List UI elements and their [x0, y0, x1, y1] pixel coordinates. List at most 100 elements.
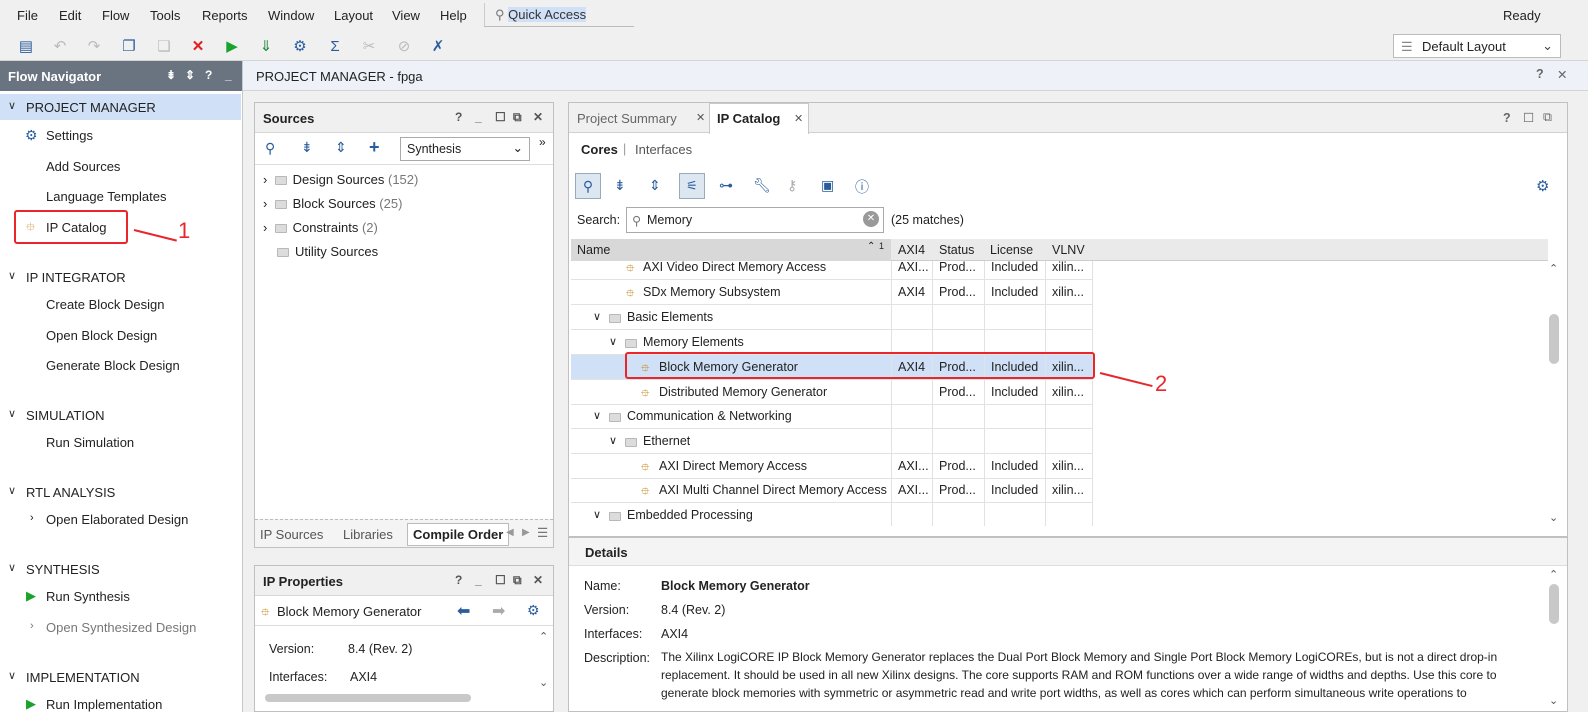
nav-language-templates[interactable]: Language Templates — [46, 189, 166, 204]
table-row[interactable]: ⯐ SDx Memory Subsystem AXI4 Prod... Incl… — [571, 280, 1093, 305]
scroll-left-icon[interactable]: ◀ — [506, 527, 514, 538]
horizontal-scrollbar[interactable] — [265, 694, 471, 702]
menu-layout[interactable]: Layout — [334, 8, 373, 23]
section-implementation[interactable]: ∨ IMPLEMENTATION — [0, 669, 241, 689]
float-icon[interactable]: ⧉ — [1543, 110, 1552, 125]
table-row[interactable]: ∨ Communication & Networking — [571, 404, 1093, 429]
subtab-cores[interactable]: Cores — [581, 142, 618, 157]
nav-open-elaborated-design[interactable]: Open Elaborated Design — [46, 512, 188, 527]
collapse-all-icon[interactable]: ⇟ — [614, 177, 626, 194]
chevron-right-icon[interactable]: › — [30, 512, 34, 524]
settings-icon[interactable]: ⚙ — [290, 37, 310, 57]
close-icon[interactable]: ✕ — [533, 110, 543, 124]
synthesis-dropdown[interactable]: Synthesis ⌄ — [400, 137, 530, 161]
expand-all-icon[interactable]: ⇕ — [335, 139, 347, 156]
close-icon[interactable]: ✕ — [696, 111, 705, 124]
table-row[interactable]: ⯐ Distributed Memory Generator Prod... I… — [571, 380, 1093, 405]
nav-run-implementation[interactable]: Run Implementation — [46, 697, 162, 712]
nav-run-synthesis[interactable]: Run Synthesis — [46, 589, 130, 604]
maximize-icon[interactable]: ☐ — [495, 110, 506, 124]
tab-ip-sources[interactable]: IP Sources — [260, 527, 323, 542]
table-row[interactable]: ⯐ AXI Direct Memory Access AXI... Prod..… — [571, 454, 1093, 479]
catalog-search-input[interactable]: ⚲ Memory ✕ — [626, 207, 884, 233]
nav-add-sources[interactable]: Add Sources — [46, 159, 120, 174]
table-row[interactable]: ∨ Embedded Processing — [571, 503, 1093, 526]
open-project-icon[interactable]: ▤ — [16, 37, 36, 57]
add-icon[interactable]: + — [369, 137, 380, 158]
expand-all-icon[interactable]: ⇕ — [185, 68, 195, 82]
nav-open-synthesized-design[interactable]: Open Synthesized Design — [46, 620, 196, 635]
maximize-icon[interactable]: ☐ — [1523, 110, 1534, 125]
settings-icon[interactable]: ⚙ — [1536, 177, 1549, 195]
tab-ip-catalog[interactable]: IP Catalog ✕ — [709, 103, 809, 134]
minimize-icon[interactable]: _ — [475, 573, 482, 587]
key-icon[interactable]: ⚷ — [787, 177, 797, 194]
filter-icon[interactable]: ⚟ — [679, 173, 705, 199]
scroll-down-icon[interactable]: ⌄ — [539, 676, 548, 689]
help-icon[interactable]: ? — [1503, 111, 1511, 125]
redo-icon[interactable]: ↷ — [84, 37, 104, 57]
clear-icon[interactable]: ✕ — [863, 211, 879, 227]
quick-access-input[interactable]: ⚲ Quick Access — [484, 3, 634, 27]
cross-tool-icon[interactable]: ✗ — [428, 37, 448, 57]
forward-icon[interactable]: ➡ — [492, 601, 505, 621]
help-icon[interactable]: ? — [1536, 67, 1544, 81]
program-icon[interactable]: ⇓ — [256, 37, 276, 57]
table-row[interactable]: ∨ Ethernet — [571, 429, 1093, 454]
tree-constraints[interactable]: › Constraints (2) — [263, 220, 378, 235]
float-icon[interactable]: ⧉ — [513, 573, 522, 588]
menu-file[interactable]: File — [17, 8, 38, 23]
column-axi4[interactable]: AXI4 — [898, 243, 925, 257]
tree-block-sources[interactable]: › Block Sources (25) — [263, 196, 402, 211]
chip-icon[interactable]: ▣ — [821, 177, 834, 194]
layout-select[interactable]: ☰ Default Layout ⌄ — [1393, 34, 1561, 58]
scroll-up-icon[interactable]: ⌃ — [539, 630, 548, 643]
scroll-up-icon[interactable]: ⌃ — [1549, 262, 1558, 275]
menu-reports[interactable]: Reports — [202, 8, 248, 23]
sigma-icon[interactable]: Σ — [325, 37, 345, 57]
column-name[interactable]: Name ⌃ 1 — [571, 239, 891, 261]
tab-compile-order[interactable]: Compile Order — [407, 523, 510, 546]
tree-design-sources[interactable]: › Design Sources (152) — [263, 172, 418, 187]
menu-view[interactable]: View — [392, 8, 420, 23]
details-scrollbar[interactable] — [1549, 584, 1559, 624]
section-rtl-analysis[interactable]: ∨ RTL ANALYSIS — [0, 484, 241, 504]
help-icon[interactable]: ? — [455, 110, 462, 124]
column-vlnv[interactable]: VLNV — [1052, 243, 1085, 257]
back-icon[interactable]: ⬅ — [457, 601, 470, 621]
menu-help[interactable]: Help — [440, 8, 467, 23]
nav-generate-block-design[interactable]: Generate Block Design — [46, 358, 180, 373]
table-row[interactable]: ⯐ AXI Multi Channel Direct Memory Access… — [571, 478, 1093, 503]
tab-list-icon[interactable]: ☰ — [537, 525, 548, 540]
section-synthesis[interactable]: ∨ SYNTHESIS — [0, 561, 241, 581]
column-license[interactable]: License — [990, 243, 1033, 257]
tab-libraries[interactable]: Libraries — [343, 527, 393, 542]
tree-utility-sources[interactable]: Utility Sources — [277, 244, 378, 259]
settings-icon[interactable]: ⚙ — [527, 602, 540, 619]
section-ip-integrator[interactable]: ∨ IP INTEGRATOR — [0, 269, 241, 289]
info-icon[interactable]: ⓘ — [855, 177, 869, 197]
overflow-icon[interactable]: » — [539, 135, 546, 149]
table-row[interactable]: ∨ Basic Elements — [571, 305, 1093, 330]
search-icon[interactable]: ⚲ — [575, 173, 601, 199]
mark-icon[interactable]: ⊘ — [394, 37, 414, 57]
maximize-icon[interactable]: ☐ — [495, 573, 506, 587]
close-icon[interactable]: ✕ — [1557, 67, 1567, 82]
table-row[interactable]: ⯐ AXI Video Direct Memory Access AXI... … — [571, 261, 1093, 280]
column-status[interactable]: Status — [939, 243, 974, 257]
float-icon[interactable]: ⧉ — [513, 110, 522, 125]
delete-icon[interactable]: ✕ — [188, 37, 208, 57]
run-icon[interactable]: ▶ — [222, 37, 242, 57]
nav-run-simulation[interactable]: Run Simulation — [46, 435, 134, 450]
debug-icon[interactable]: ✂ — [359, 37, 379, 57]
scroll-down-icon[interactable]: ⌄ — [1549, 694, 1558, 707]
table-scrollbar[interactable] — [1549, 314, 1559, 364]
close-icon[interactable]: ✕ — [794, 112, 803, 125]
nav-create-block-design[interactable]: Create Block Design — [46, 297, 165, 312]
undo-icon[interactable]: ↶ — [50, 37, 70, 57]
hierarchy-icon[interactable]: ⊶ — [719, 177, 733, 194]
scroll-down-icon[interactable]: ⌄ — [1549, 511, 1558, 524]
menu-tools[interactable]: Tools — [150, 8, 180, 23]
scroll-right-icon[interactable]: ▶ — [522, 527, 530, 538]
help-icon[interactable]: ? — [455, 573, 462, 587]
